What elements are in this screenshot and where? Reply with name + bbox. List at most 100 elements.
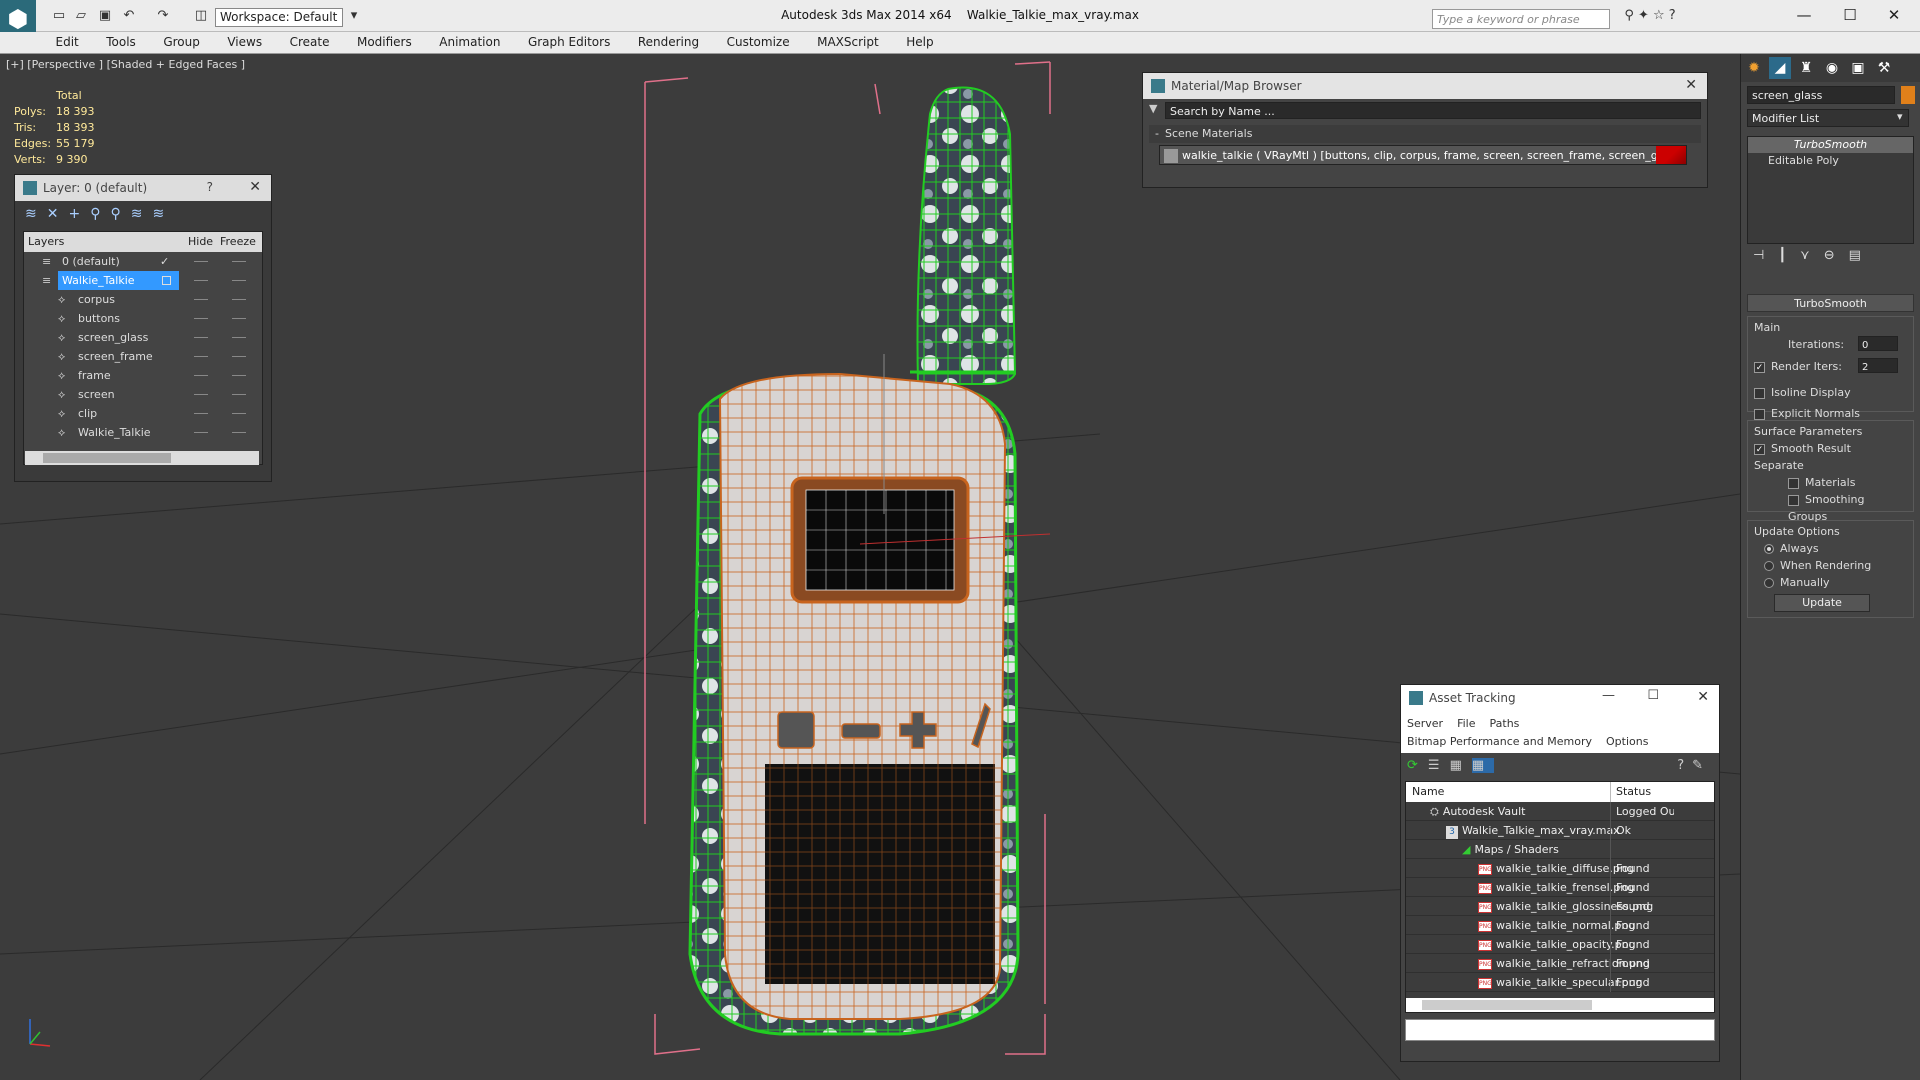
asset-row[interactable]: PNG walkie_talkie_specular.png Found — [1406, 973, 1714, 992]
menu-create[interactable]: Create — [278, 32, 342, 49]
freeze-toggle[interactable] — [232, 356, 246, 357]
hide-toggle[interactable] — [194, 432, 208, 433]
render-iters-spinner[interactable]: 2 — [1858, 358, 1898, 373]
highlight-layer-icon[interactable]: ⚲ — [110, 206, 130, 222]
minimize-icon[interactable]: — — [1786, 6, 1822, 26]
freeze-toggle[interactable] — [232, 318, 246, 319]
layer-row[interactable]: ⟡ buttons — [24, 309, 262, 328]
table-view-icon[interactable]: ▦ — [1471, 758, 1495, 773]
object-color-swatch[interactable] — [1901, 86, 1915, 104]
asset-row[interactable]: PNG walkie_talkie_normal.png Found — [1406, 916, 1714, 935]
asset-close-icon[interactable]: ✕ — [1697, 689, 1709, 705]
turbosmooth-rollout[interactable]: TurboSmooth — [1747, 294, 1914, 312]
column-layers[interactable]: Layers — [28, 232, 64, 252]
iterations-spinner[interactable]: 0 — [1858, 336, 1898, 351]
add-to-layer-icon[interactable]: + — [68, 206, 90, 222]
menu-modifiers[interactable]: Modifiers — [345, 32, 424, 49]
render-iters-checkbox[interactable]: ✓ — [1754, 361, 1765, 373]
chevron-down-icon[interactable]: ▾ — [1897, 110, 1903, 123]
hide-toggle[interactable] — [194, 261, 208, 262]
asset-row[interactable]: ⛭ Autodesk Vault Logged Ou — [1406, 802, 1714, 821]
active-layer-check-icon[interactable]: ✓ — [160, 252, 169, 271]
freeze-toggle[interactable] — [232, 394, 246, 395]
always-radio[interactable] — [1764, 544, 1774, 554]
layer-horizontal-scrollbar[interactable] — [25, 451, 259, 465]
smooth-result-checkbox[interactable]: ✓ — [1754, 443, 1765, 455]
freeze-toggle[interactable] — [232, 337, 246, 338]
layer-panel-close-icon[interactable]: ✕ — [249, 179, 261, 195]
asset-row[interactable]: PNG walkie_talkie_frensel.png Found — [1406, 878, 1714, 897]
select-in-layer-icon[interactable]: ⚲ — [90, 206, 110, 222]
isoline-display-checkbox[interactable] — [1754, 387, 1765, 399]
hierarchy-tab-icon[interactable]: ♜ — [1795, 57, 1817, 79]
asset-row[interactable]: PNG walkie_talkie_refraction.png Found — [1406, 954, 1714, 973]
menu-help[interactable]: Help — [894, 32, 945, 49]
layer-row[interactable]: ⟡ screen — [24, 385, 262, 404]
help-tools-icons[interactable]: ⚲ ✦ ☆ ? — [1620, 8, 1680, 24]
layer-row[interactable]: ≡ Walkie_Talkie — [24, 271, 262, 290]
create-tab-icon[interactable]: ✹ — [1743, 57, 1765, 79]
column-status[interactable]: Status — [1610, 782, 1651, 802]
when-rendering-radio[interactable] — [1764, 561, 1774, 571]
menu-maxscript[interactable]: MAXScript — [805, 32, 891, 49]
asset-menu-bitmap[interactable]: Bitmap Performance and Memory — [1407, 735, 1592, 748]
menu-views[interactable]: Views — [215, 32, 274, 49]
asset-minimize-icon[interactable]: — — [1602, 688, 1615, 703]
asset-row[interactable]: PNG walkie_talkie_diffuse.png Found — [1406, 859, 1714, 878]
close-icon[interactable]: ✕ — [1876, 6, 1912, 26]
hide-toggle[interactable] — [194, 394, 208, 395]
viewport-label[interactable]: [+] [Perspective ] [Shaded + Edged Faces… — [6, 58, 245, 71]
hide-toggle[interactable] — [194, 356, 208, 357]
asset-row[interactable]: ◢ Maps / Shaders — [1406, 840, 1714, 859]
hide-toggle[interactable] — [194, 375, 208, 376]
configure-sets-icon[interactable]: ▤ — [1849, 248, 1875, 263]
active-layer-box-icon[interactable] — [162, 276, 171, 285]
asset-row[interactable]: 3 Walkie_Talkie_max_vray.max Ok — [1406, 821, 1714, 840]
menu-edit[interactable]: Edit — [44, 32, 91, 49]
layer-panel-titlebar[interactable]: Layer: 0 (default) ? ✕ — [15, 175, 271, 201]
layer-row[interactable]: ⟡ Walkie_Talkie — [24, 423, 262, 442]
modify-tab-icon[interactable]: ◢ — [1769, 57, 1791, 79]
make-unique-icon[interactable]: ⋎ — [1800, 248, 1824, 263]
hide-all-icon[interactable]: ≋ — [131, 206, 153, 222]
material-search-input[interactable]: Search by Name ... — [1165, 102, 1701, 119]
column-hide[interactable]: Hide — [188, 232, 213, 252]
material-browser-close-icon[interactable]: ✕ — [1685, 77, 1697, 93]
menu-rendering[interactable]: Rendering — [626, 32, 711, 49]
freeze-toggle[interactable] — [232, 299, 246, 300]
asset-menu-server[interactable]: Server — [1407, 717, 1443, 730]
materials-checkbox[interactable] — [1788, 477, 1799, 489]
manually-radio[interactable] — [1764, 578, 1774, 588]
scene-materials-group[interactable]: - Scene Materials — [1149, 125, 1701, 143]
material-browser-titlebar[interactable]: Material/Map Browser ✕ — [1143, 73, 1707, 99]
layer-row[interactable]: ⟡ corpus — [24, 290, 262, 309]
pin-stack-icon[interactable]: ⊣ — [1753, 248, 1778, 263]
column-name[interactable]: Name — [1412, 782, 1444, 802]
refresh-icon[interactable]: ⟳ — [1407, 758, 1428, 773]
menu-tools[interactable]: Tools — [94, 32, 148, 49]
layer-row[interactable]: ⟡ clip — [24, 404, 262, 423]
menu-animation[interactable]: Animation — [427, 32, 512, 49]
show-end-result-icon[interactable]: ┃ — [1778, 248, 1800, 263]
hide-toggle[interactable] — [194, 299, 208, 300]
smoothing-groups-checkbox[interactable] — [1788, 494, 1799, 506]
asset-help-icons[interactable]: ?✎ — [1677, 758, 1711, 773]
stack-item-editable-poly[interactable]: Editable Poly — [1748, 153, 1913, 169]
explicit-normals-checkbox[interactable] — [1754, 408, 1765, 420]
menu-group[interactable]: Group — [151, 32, 212, 49]
create-layer-icon[interactable]: ≋ — [25, 206, 47, 222]
list-view-icon[interactable]: ☰ — [1428, 758, 1450, 773]
display-tab-icon[interactable]: ▣ — [1847, 57, 1869, 79]
collapse-icon[interactable]: - — [1149, 127, 1165, 140]
object-name-input[interactable]: screen_glass — [1747, 86, 1895, 104]
freeze-toggle[interactable] — [232, 261, 246, 262]
asset-scroll-thumb[interactable] — [1422, 1000, 1592, 1010]
layer-scroll-thumb[interactable] — [43, 453, 171, 463]
column-freeze[interactable]: Freeze — [220, 232, 256, 252]
freeze-toggle[interactable] — [232, 413, 246, 414]
delete-layer-icon[interactable]: ✕ — [47, 206, 69, 222]
asset-menu-file[interactable]: File — [1457, 717, 1475, 730]
freeze-toggle[interactable] — [232, 280, 246, 281]
asset-path-field[interactable] — [1405, 1019, 1715, 1041]
asset-maximize-icon[interactable]: ☐ — [1647, 688, 1659, 703]
